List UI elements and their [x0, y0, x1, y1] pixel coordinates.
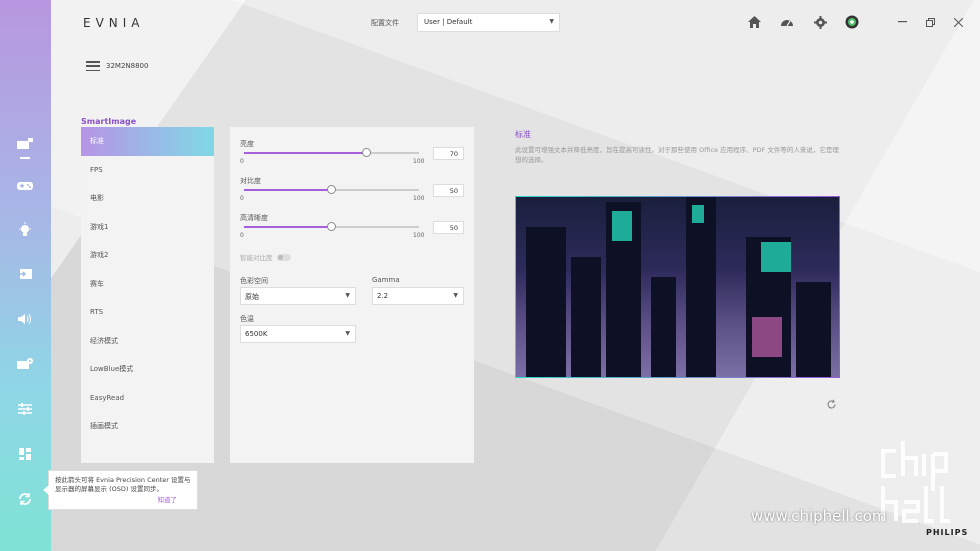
chevron-down-icon: ▼	[345, 292, 350, 299]
color-temp-value: 6500K	[245, 330, 268, 338]
brand-mark: PHILIPS	[926, 528, 969, 537]
monitor-selector: 32M2N8800	[86, 61, 148, 71]
close-icon[interactable]	[949, 13, 967, 31]
gamma-select[interactable]: 2.2 ▼	[372, 287, 464, 305]
smartimage-title: SmartImage	[81, 117, 137, 126]
range-min: 0	[240, 232, 244, 239]
profile-value: User | Default	[424, 18, 473, 26]
logo: EVNIA	[83, 16, 145, 30]
brightness-slider-block: 亮度 0 100 70	[240, 139, 464, 175]
mode-item[interactable]: FPS	[81, 156, 214, 185]
gamma-label: Gamma	[372, 276, 400, 284]
chevron-down-icon: ▼	[453, 292, 458, 299]
mode-item[interactable]: 赛车	[81, 270, 214, 299]
preview-title: 标准	[515, 130, 531, 139]
monitor-gear-icon[interactable]	[14, 353, 36, 375]
profile-select[interactable]: User | Default ▼	[417, 13, 560, 32]
mode-item[interactable]: EasyRead	[81, 384, 214, 413]
contrast-label: 对比度	[240, 177, 261, 185]
smart-contrast-row: 智能对比度	[240, 252, 291, 262]
profile-label: 配置文件	[371, 19, 399, 27]
sync-tooltip: 按此箭头可将 Evnia Precision Center 设置与显示器的屏幕显…	[43, 470, 198, 510]
menu-icon[interactable]	[86, 61, 100, 71]
smart-contrast-toggle[interactable]	[276, 253, 291, 261]
range-min: 0	[240, 158, 244, 165]
restore-icon[interactable]	[921, 13, 939, 31]
mode-item[interactable]: 标准	[81, 127, 214, 156]
chiphell-watermark-logo	[878, 436, 970, 526]
user-avatar-icon[interactable]	[843, 13, 861, 31]
mode-item[interactable]: 插画模式	[81, 412, 214, 441]
preview-image	[515, 196, 840, 378]
tooltip-text: 按此箭头可将 Evnia Precision Center 设置与显示器的屏幕显…	[55, 476, 191, 494]
contrast-value-input[interactable]: 50	[433, 184, 464, 197]
watermark-url: www.chiphell.com	[751, 507, 887, 525]
color-temp-select[interactable]: 6500K ▼	[240, 325, 356, 343]
preview-description: 此设置可增强文本并降低亮度，旨在提高可读性。对于那些使用 Office 应用程序…	[515, 146, 839, 164]
brightness-slider[interactable]	[244, 148, 419, 157]
mode-item[interactable]: 经济模式	[81, 327, 214, 356]
contrast-slider[interactable]	[244, 185, 419, 194]
monitor-name: 32M2N8800	[106, 62, 149, 70]
chevron-down-icon: ▼	[345, 330, 350, 337]
tooltip-dismiss-link[interactable]: 知道了	[158, 496, 178, 505]
dashboard-icon[interactable]	[14, 443, 36, 465]
mode-list: 标准 FPS 电影 游戏1 游戏2 赛车 RTS 经济模式 LowBlue模式 …	[81, 127, 214, 463]
input-source-icon[interactable]	[14, 263, 36, 285]
gear-icon[interactable]	[811, 13, 829, 31]
monitor-settings-icon[interactable]	[14, 133, 36, 159]
mode-item[interactable]: 游戏2	[81, 241, 214, 270]
range-max: 100	[413, 195, 425, 202]
brightness-label: 亮度	[240, 140, 254, 148]
color-space-select[interactable]: 原始 ▼	[240, 287, 356, 305]
mode-item[interactable]: LowBlue模式	[81, 355, 214, 384]
settings-panel: 亮度 0 100 70 对比度 0 100 50 高清晰度 0 100 50 智…	[230, 127, 474, 463]
sync-icon[interactable]	[14, 488, 36, 510]
range-max: 100	[413, 158, 425, 165]
smart-contrast-label: 智能对比度	[240, 254, 273, 262]
sliders-icon[interactable]	[14, 398, 36, 420]
speedometer-icon[interactable]	[778, 13, 796, 31]
range-max: 100	[413, 232, 425, 239]
lightbulb-icon[interactable]	[14, 219, 36, 241]
contrast-slider-block: 对比度 0 100 50	[240, 176, 464, 212]
reset-icon[interactable]	[826, 399, 837, 413]
mode-item[interactable]: 游戏1	[81, 213, 214, 242]
color-temp-label: 色温	[240, 315, 254, 323]
sharpness-label: 高清晰度	[240, 214, 268, 222]
mode-item[interactable]: 电影	[81, 184, 214, 213]
mode-item[interactable]: RTS	[81, 298, 214, 327]
sharpness-slider-block: 高清晰度 0 100 50	[240, 213, 464, 249]
minimize-icon[interactable]	[893, 13, 911, 31]
speaker-icon[interactable]	[14, 308, 36, 330]
sharpness-slider[interactable]	[244, 222, 419, 231]
color-space-label: 色彩空间	[240, 277, 268, 285]
slider-thumb[interactable]	[362, 148, 371, 157]
brightness-value-input[interactable]: 70	[433, 147, 464, 160]
slider-thumb[interactable]	[327, 222, 336, 231]
sharpness-value-input[interactable]: 50	[433, 221, 464, 234]
color-space-value: 原始	[245, 293, 259, 301]
gamma-value: 2.2	[377, 292, 389, 300]
gamepad-icon[interactable]	[14, 175, 36, 197]
home-icon[interactable]	[745, 13, 763, 31]
sidebar	[0, 0, 51, 551]
chevron-down-icon: ▼	[549, 18, 554, 25]
range-min: 0	[240, 195, 244, 202]
slider-thumb[interactable]	[327, 185, 336, 194]
